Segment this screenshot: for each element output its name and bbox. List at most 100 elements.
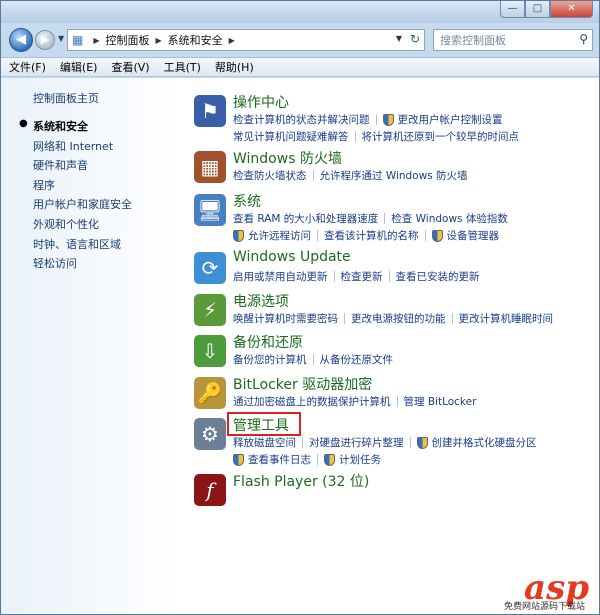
task-link[interactable]: 设备管理器 (447, 228, 500, 243)
task-link[interactable]: 更改计算机睡眠时间 (459, 311, 554, 326)
link-separator (375, 114, 377, 125)
menu-view[interactable]: 查看(V) (111, 59, 149, 75)
sidebar-item-appearance[interactable]: 外观和个性化 (33, 216, 132, 236)
category-title[interactable]: 管理工具 (233, 415, 289, 435)
recent-pages-dropdown[interactable]: ▼ (58, 34, 64, 43)
category-title[interactable]: 系统 (233, 191, 261, 211)
content-area: 控制面板主页 ● 系统和安全 网络和 Internet 硬件和声音 程序 用户帐… (1, 78, 599, 614)
category-title[interactable]: Windows 防火墙 (233, 148, 342, 168)
link-row: 释放磁盘空间 对硬盘进行碎片整理 创建并格式化硬盘分区 (233, 435, 537, 450)
refresh-icon[interactable]: ↻ (410, 32, 420, 46)
task-link[interactable]: 计划任务 (339, 452, 381, 467)
battery-icon[interactable]: ⚡ (194, 294, 226, 326)
menu-edit[interactable]: 编辑(E) (60, 59, 98, 75)
link-row: 检查防火墙状态 允许程序通过 Windows 防火墙 (233, 168, 468, 183)
breadcrumb-control-panel[interactable]: 控制面板 (106, 32, 150, 48)
backup-icon[interactable]: ⇩ (194, 335, 226, 367)
address-bar[interactable]: ▦ ▶ 控制面板 ▶ 系统和安全 ▶ ▼ ↻ (67, 29, 425, 51)
sidebar-item-hardware[interactable]: 硬件和声音 (33, 157, 132, 177)
task-link[interactable]: 通过加密磁盘上的数据保护计算机 (233, 394, 391, 409)
category-title[interactable]: 操作中心 (233, 92, 289, 112)
task-link[interactable]: 启用或禁用自动更新 (233, 269, 328, 284)
task-link[interactable]: 允许程序通过 Windows 防火墙 (320, 168, 468, 183)
back-button[interactable]: ◀ (9, 28, 33, 52)
sidebar-item-clock-region[interactable]: 时钟、语言和区域 (33, 236, 132, 256)
navigation-bar: ◀ ▶ ▼ ▦ ▶ 控制面板 ▶ 系统和安全 ▶ ▼ ↻ 搜索控制面板 ⚲ (1, 23, 599, 57)
category-title[interactable]: Flash Player (32 位) (233, 471, 369, 491)
task-link[interactable]: 常见计算机问题疑难解答 (233, 129, 349, 144)
current-item-bullet: ● (19, 118, 28, 129)
menu-bar: 文件(F) 编辑(E) 查看(V) 工具(T) 帮助(H) (1, 57, 599, 77)
breadcrumb-system-security[interactable]: 系统和安全 (168, 32, 223, 48)
computer-icon[interactable]: 🖥 (194, 194, 226, 226)
task-link[interactable]: 对硬盘进行碎片整理 (309, 435, 404, 450)
link-row: 常见计算机问题疑难解答 将计算机还原到一个较早的时间点 (233, 129, 519, 144)
link-row: 检查计算机的状态并解决问题 更改用户帐户控制设置 (233, 112, 503, 127)
link-row: 查看 RAM 的大小和处理器速度 检查 Windows 体验指数 (233, 211, 508, 226)
flag-icon[interactable]: ⚑ (194, 95, 226, 127)
task-link[interactable]: 检查 Windows 体验指数 (391, 211, 508, 226)
sidebar-item-programs[interactable]: 程序 (33, 177, 132, 197)
link-row: 启用或禁用自动更新 检查更新 查看已安装的更新 (233, 269, 480, 284)
task-link[interactable]: 释放磁盘空间 (233, 435, 296, 450)
link-separator (388, 271, 390, 282)
task-link[interactable]: 检查防火墙状态 (233, 168, 307, 183)
sidebar-item-network[interactable]: 网络和 Internet (33, 138, 132, 158)
watermark-subtitle: 免费网站源码下载站 (503, 602, 585, 612)
category-title[interactable]: BitLocker 驱动器加密 (233, 374, 372, 394)
link-row: 唤醒计算机时需要密码 更改电源按钮的功能 更改计算机睡眠时间 (233, 311, 553, 326)
flash-icon[interactable]: f (194, 474, 226, 506)
main-panel: ⚑ 操作中心 检查计算机的状态并解决问题 更改用户帐户控制设置 常见计算机问题疑… (191, 78, 596, 614)
sidebar: 控制面板主页 ● 系统和安全 网络和 Internet 硬件和声音 程序 用户帐… (1, 78, 179, 614)
sidebar-item-ease-of-access[interactable]: 轻松访问 (33, 255, 132, 275)
link-separator (424, 230, 426, 241)
address-history-dropdown-icon[interactable]: ▼ (396, 34, 402, 43)
search-placeholder[interactable]: 搜索控制面板 (440, 32, 506, 48)
link-separator (409, 437, 411, 448)
breadcrumb-separator-icon[interactable]: ▶ (156, 36, 162, 45)
task-link[interactable]: 查看事件日志 (248, 452, 311, 467)
task-link[interactable]: 检查计算机的状态并解决问题 (233, 112, 370, 127)
search-icon[interactable]: ⚲ (579, 32, 588, 46)
admin-tools-icon[interactable]: ⚙ (194, 418, 226, 450)
windows-update-icon[interactable]: ⟳ (194, 252, 226, 284)
menu-tools[interactable]: 工具(T) (164, 59, 201, 75)
close-button[interactable]: ✕ (550, 1, 593, 18)
task-link[interactable]: 检查更新 (341, 269, 383, 284)
link-row: 备份您的计算机 从备份还原文件 (233, 352, 393, 367)
bitlocker-key-icon[interactable]: 🔑 (194, 377, 226, 409)
breadcrumb-separator-icon[interactable]: ▶ (229, 36, 235, 45)
task-link[interactable]: 更改电源按钮的功能 (351, 311, 446, 326)
link-separator (396, 396, 398, 407)
menu-file[interactable]: 文件(F) (9, 59, 46, 75)
task-link[interactable]: 管理 BitLocker (404, 394, 477, 409)
window-buttons: — □ ✕ (500, 1, 593, 18)
sidebar-item-user-accounts[interactable]: 用户帐户和家庭安全 (33, 196, 132, 216)
task-link[interactable]: 创建并格式化硬盘分区 (432, 435, 537, 450)
menu-help[interactable]: 帮助(H) (215, 59, 254, 75)
firewall-icon[interactable]: ▦ (194, 151, 226, 183)
link-separator (317, 454, 318, 465)
search-box[interactable]: 搜索控制面板 ⚲ (433, 29, 593, 51)
link-separator (302, 437, 303, 448)
task-link[interactable]: 允许远程访问 (248, 228, 311, 243)
task-link[interactable]: 唤醒计算机时需要密码 (233, 311, 338, 326)
breadcrumb-separator-icon[interactable]: ▶ (93, 36, 99, 45)
forward-button[interactable]: ▶ (35, 30, 55, 50)
sidebar-home-link[interactable]: 控制面板主页 (33, 90, 99, 106)
task-link[interactable]: 查看已安装的更新 (396, 269, 480, 284)
sidebar-list: 系统和安全 网络和 Internet 硬件和声音 程序 用户帐户和家庭安全 外观… (33, 118, 132, 275)
task-link[interactable]: 更改用户帐户控制设置 (398, 112, 503, 127)
task-link[interactable]: 查看该计算机的名称 (324, 228, 419, 243)
task-link[interactable]: 备份您的计算机 (233, 352, 307, 367)
task-link[interactable]: 将计算机还原到一个较早的时间点 (362, 129, 520, 144)
task-link[interactable]: 查看 RAM 的大小和处理器速度 (233, 211, 378, 226)
category-title[interactable]: 电源选项 (233, 291, 289, 311)
category-title[interactable]: Windows Update (233, 249, 351, 265)
category-title[interactable]: 备份和还原 (233, 332, 303, 352)
maximize-button[interactable]: □ (525, 1, 550, 18)
minimize-button[interactable]: — (500, 1, 525, 18)
link-separator (384, 213, 386, 224)
link-row: 查看事件日志 计划任务 (233, 452, 381, 467)
task-link[interactable]: 从备份还原文件 (320, 352, 394, 367)
